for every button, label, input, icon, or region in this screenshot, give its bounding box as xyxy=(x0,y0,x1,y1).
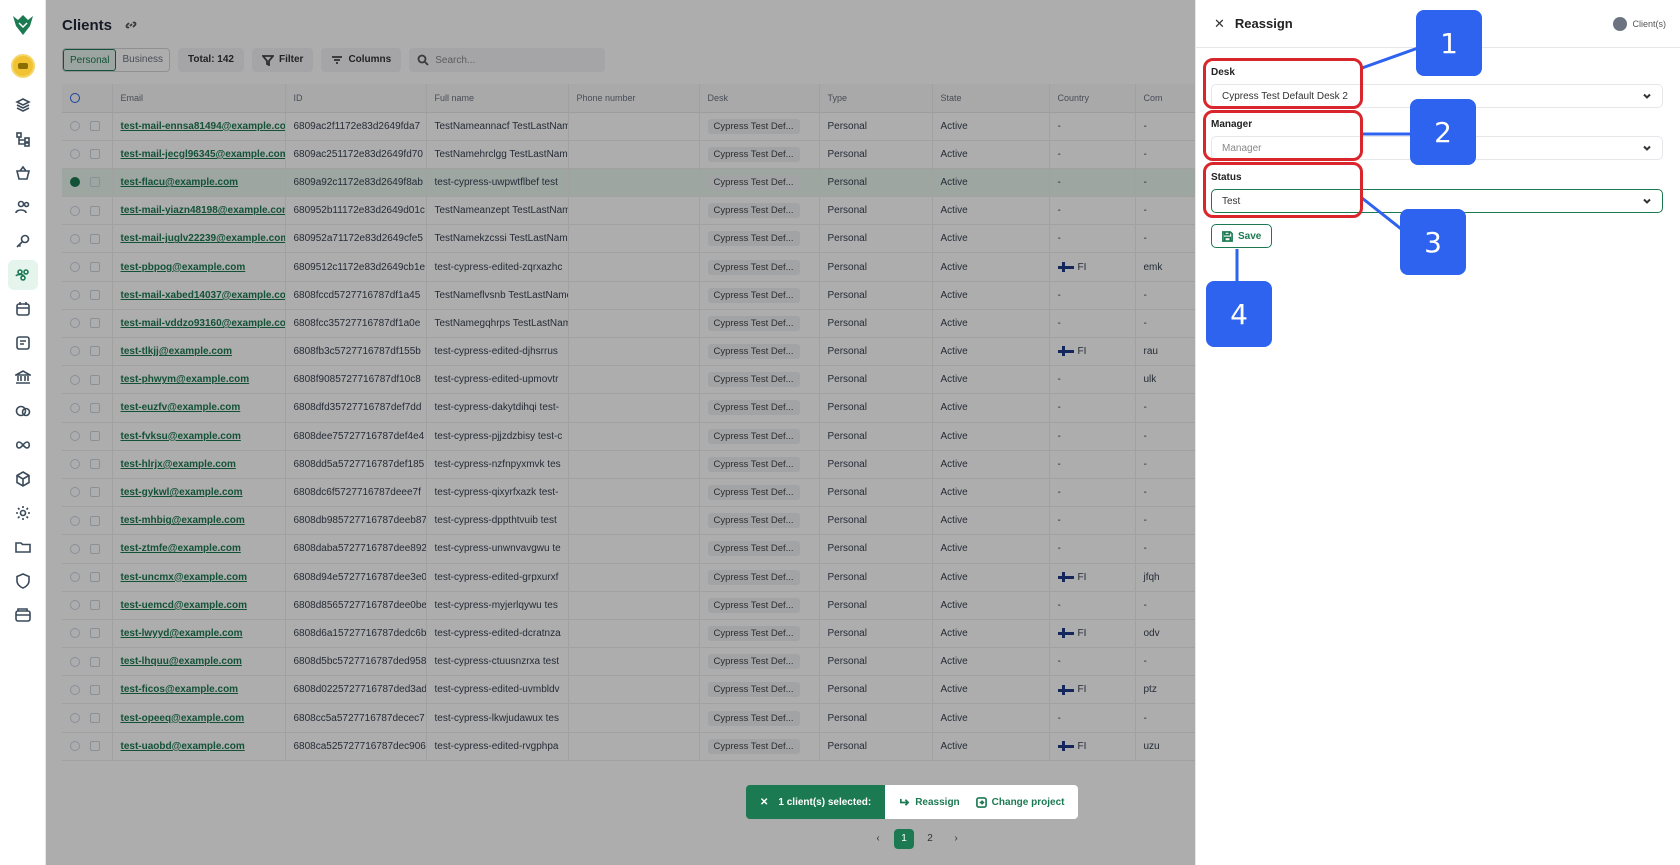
app-logo[interactable] xyxy=(10,12,36,38)
reassign-action-button[interactable]: Reassign xyxy=(899,796,960,808)
next-page-icon[interactable]: › xyxy=(946,829,966,849)
callout-1: 1 xyxy=(1416,10,1482,76)
basket-icon[interactable] xyxy=(8,158,38,188)
key-icon[interactable] xyxy=(8,226,38,256)
callout-4: 4 xyxy=(1206,281,1272,347)
sidebar xyxy=(0,0,46,865)
status-highlight xyxy=(1203,162,1363,218)
prev-page-icon[interactable]: ‹ xyxy=(868,829,888,849)
reassign-icon xyxy=(900,798,910,806)
save-label: Save xyxy=(1238,230,1262,242)
save-button[interactable]: Save xyxy=(1211,224,1273,248)
gear-icon[interactable] xyxy=(8,498,38,528)
cube-icon[interactable] xyxy=(8,464,38,494)
chevron-down-icon xyxy=(1643,93,1651,99)
callout-3: 3 xyxy=(1400,209,1466,275)
hierarchy-icon[interactable] xyxy=(8,124,38,154)
callout-2: 2 xyxy=(1410,99,1476,165)
client-badge-label: Client(s) xyxy=(1632,19,1666,29)
calendar-icon[interactable] xyxy=(8,294,38,324)
close-icon[interactable]: ✕ xyxy=(1214,16,1225,32)
save-icon xyxy=(1222,230,1233,242)
page-2[interactable]: 2 xyxy=(920,829,940,849)
selection-bar: ✕ 1 client(s) selected: Reassign Change … xyxy=(746,785,1079,819)
change-project-button[interactable]: Change project xyxy=(975,796,1065,808)
users-icon[interactable] xyxy=(8,192,38,222)
chevron-down-icon xyxy=(1643,145,1651,151)
clients-badge: Client(s) xyxy=(1613,17,1666,31)
layers-icon[interactable] xyxy=(8,90,38,120)
chevron-down-icon xyxy=(1643,198,1651,204)
change-project-label: Change project xyxy=(991,796,1065,808)
clear-selection-icon[interactable]: ✕ xyxy=(760,797,768,808)
client-badge-icon xyxy=(1613,17,1628,31)
infinity-icon[interactable] xyxy=(8,430,38,460)
clients-icon[interactable] xyxy=(7,260,38,290)
desk-highlight xyxy=(1203,58,1363,109)
coins-icon[interactable] xyxy=(8,396,38,426)
user-avatar[interactable] xyxy=(10,54,35,78)
reassign-action-label: Reassign xyxy=(915,796,960,808)
selection-actions: Reassign Change project xyxy=(885,785,1079,819)
change-project-icon xyxy=(975,796,987,808)
shield-icon[interactable] xyxy=(8,566,38,596)
panel-title: Reassign xyxy=(1234,16,1293,31)
selection-count-label: 1 client(s) selected: xyxy=(778,796,872,808)
selection-count: ✕ 1 client(s) selected: xyxy=(746,785,886,819)
wallet-icon[interactable] xyxy=(8,600,38,630)
bank-icon[interactable] xyxy=(8,362,38,392)
page-1[interactable]: 1 xyxy=(894,829,914,849)
modal-overlay[interactable] xyxy=(46,0,1241,865)
notes-icon[interactable] xyxy=(8,328,38,358)
pagination: ‹ 1 2 › xyxy=(868,829,966,849)
manager-highlight xyxy=(1203,110,1363,161)
folder-icon[interactable] xyxy=(8,532,38,562)
